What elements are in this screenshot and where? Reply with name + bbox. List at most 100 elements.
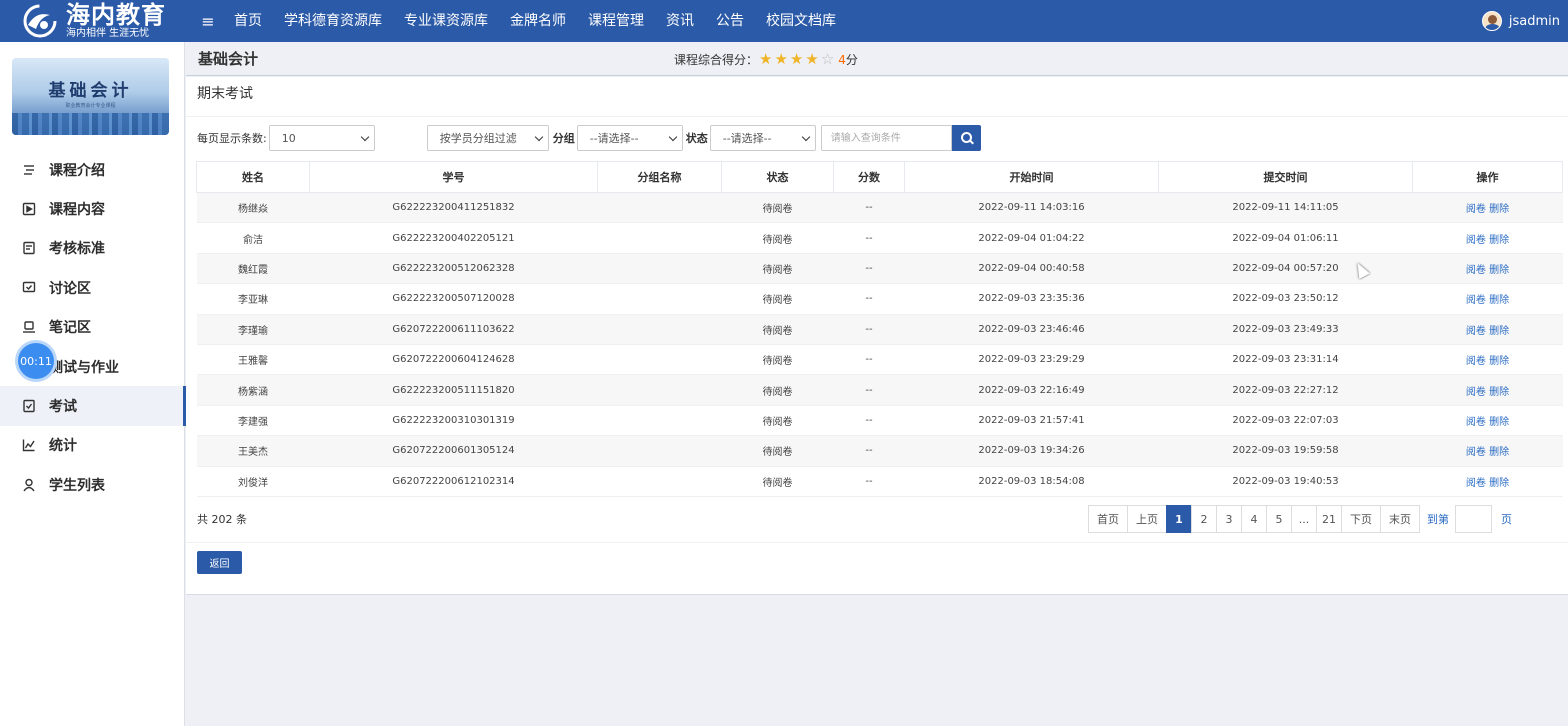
delete-link[interactable]: 删除 <box>1489 356 1509 367</box>
sidebar-item[interactable]: 课程介绍 <box>0 150 185 189</box>
status-value: --请选择-- <box>722 132 772 145</box>
student-id: G620722200611103622 <box>309 313 598 345</box>
review-link[interactable]: 阅卷 <box>1466 356 1486 367</box>
start-time: 2022-09-03 23:29:29 <box>904 343 1159 376</box>
sidebar-item[interactable]: 考核标准 <box>0 229 185 268</box>
list-icon <box>24 164 34 175</box>
delete-link[interactable]: 删除 <box>1489 235 1509 246</box>
actions-cell: 阅卷 删除 <box>1412 374 1563 406</box>
goto-page-input[interactable] <box>1455 505 1492 533</box>
prev-page-button[interactable]: 上页 <box>1127 505 1167 533</box>
actions-cell: 阅卷 删除 <box>1412 283 1563 315</box>
score: -- <box>833 343 905 376</box>
page-size-select[interactable]: 10 <box>268 125 375 151</box>
submit-time: 2022-09-03 19:40:53 <box>1158 465 1413 497</box>
brand-name: 海内教育 <box>66 1 166 29</box>
score: -- <box>833 465 905 497</box>
page-size-value: 10 <box>281 131 296 145</box>
sidebar-item[interactable]: 讨论区 <box>0 268 185 307</box>
page-number-button[interactable]: 1 <box>1166 505 1192 533</box>
delete-link[interactable]: 删除 <box>1489 417 1509 428</box>
column-header: 分组名称 <box>597 161 722 193</box>
student-id: G622223200511151820 <box>309 374 598 406</box>
review-link[interactable]: 阅卷 <box>1466 478 1486 489</box>
table-row: 王美杰 G620722200601305124 待阅卷 -- 2022-09-03 19… <box>196 435 1563 467</box>
score: -- <box>833 374 905 406</box>
start-time: 2022-09-04 01:04:22 <box>904 222 1159 254</box>
status-select[interactable]: --请选择-- <box>709 125 816 151</box>
submit-time: 2022-09-11 14:11:05 <box>1158 191 1413 224</box>
sidebar-item[interactable]: 课程内容 <box>0 189 185 228</box>
page-number-button[interactable]: 2 <box>1191 505 1217 533</box>
nav-item[interactable]: 课程管理 <box>577 0 655 42</box>
review-link[interactable]: 阅卷 <box>1466 447 1486 458</box>
nav-item[interactable]: 资讯 <box>655 0 705 42</box>
start-time: 2022-09-03 23:46:46 <box>904 313 1159 345</box>
star-filled-icon: ★ <box>774 50 788 68</box>
group-name <box>597 374 722 406</box>
cover-title: 基础会计 <box>48 81 133 101</box>
start-time: 2022-09-04 00:40:58 <box>904 252 1159 285</box>
start-time: 2022-09-03 22:16:49 <box>904 374 1159 406</box>
student-name: 杨紫涵 <box>196 374 310 406</box>
menu-toggle-icon[interactable]: ≡ <box>193 12 223 31</box>
first-page-button[interactable]: 首页 <box>1088 505 1128 533</box>
nav-item[interactable]: 专业课资源库 <box>393 0 499 42</box>
page-number-button[interactable]: 4 <box>1241 505 1267 533</box>
page-number-button[interactable]: 3 <box>1216 505 1242 533</box>
delete-link[interactable]: 删除 <box>1489 447 1509 458</box>
table-row: 杨继焱 G622223200411251832 待阅卷 -- 2022-09-11 14… <box>196 191 1563 224</box>
student-name: 李建强 <box>196 404 310 437</box>
sidebar-item[interactable]: 学生列表 <box>0 465 185 504</box>
search-icon[interactable] <box>951 125 981 151</box>
delete-link[interactable]: 删除 <box>1489 478 1509 489</box>
review-link[interactable]: 阅卷 <box>1466 235 1486 246</box>
submit-time: 2022-09-03 19:59:58 <box>1158 435 1413 467</box>
nav-item[interactable]: 金牌名师 <box>499 0 577 42</box>
sidebar-item[interactable]: 笔记区 <box>0 308 185 347</box>
page-number-button[interactable]: 21 <box>1316 505 1342 533</box>
sidebar-item[interactable]: 统计 <box>0 426 185 465</box>
last-page-button[interactable]: 末页 <box>1380 505 1420 533</box>
review-link[interactable]: 阅卷 <box>1466 295 1486 306</box>
start-time: 2022-09-03 21:57:41 <box>904 404 1159 437</box>
review-link[interactable]: 阅卷 <box>1466 265 1486 276</box>
table-row: 刘俊洋 G620722200612102314 待阅卷 -- 2022-09-03 18… <box>196 465 1563 497</box>
nav-item[interactable]: 首页 <box>223 0 273 42</box>
group-filter-select[interactable]: 按学员分组过滤 <box>426 125 549 151</box>
sidebar-item[interactable]: 考试 <box>0 386 186 427</box>
nav-item[interactable]: 公告 <box>705 0 755 42</box>
course-header: 基础会计 课程综合得分： ★ ★ ★ ★ ☆ 4 分 <box>186 42 1568 76</box>
delete-link[interactable]: 删除 <box>1489 265 1509 276</box>
sidebar-item-label: 统计 <box>49 438 77 455</box>
page-number-button[interactable]: 5 <box>1266 505 1292 533</box>
student-name: 杨继焱 <box>196 191 310 224</box>
search-input[interactable] <box>820 125 952 151</box>
sidebar-item-label: 学生列表 <box>49 477 105 494</box>
review-link[interactable]: 阅卷 <box>1466 417 1486 428</box>
group-select[interactable]: --请选择-- <box>576 125 683 151</box>
student-id: G622223200411251832 <box>309 191 598 224</box>
top-nav-bar: 海内教育 海内相伴 生涯无忧 ≡ 首页 学科德育资源库 专业课资源库 金牌名师 课程管理… <box>0 0 1568 42</box>
student-name: 俞洁 <box>196 222 310 254</box>
nav-item[interactable]: 学科德育资源库 <box>273 0 393 42</box>
delete-link[interactable]: 删除 <box>1489 204 1509 215</box>
timer-badge[interactable]: 00:11 <box>18 343 54 379</box>
actions-cell: 阅卷 删除 <box>1412 313 1563 345</box>
next-page-button[interactable]: 下页 <box>1341 505 1381 533</box>
user-menu[interactable]: jsadmin <box>1481 0 1560 42</box>
review-link[interactable]: 阅卷 <box>1466 326 1486 337</box>
brand-logo[interactable]: 海内教育 海内相伴 生涯无忧 <box>0 0 185 42</box>
status: 待阅卷 <box>721 222 834 254</box>
review-link[interactable]: 阅卷 <box>1466 387 1486 398</box>
delete-link[interactable]: 删除 <box>1489 295 1509 306</box>
logo-icon <box>23 4 57 38</box>
group-name <box>597 343 722 376</box>
back-button[interactable]: 返回 <box>197 551 242 574</box>
delete-link[interactable]: 删除 <box>1489 326 1509 337</box>
actions-cell: 阅卷 删除 <box>1412 343 1563 376</box>
nav-item[interactable]: 校园文档库 <box>755 0 847 42</box>
review-link[interactable]: 阅卷 <box>1466 204 1486 215</box>
user-icon <box>23 478 35 492</box>
delete-link[interactable]: 删除 <box>1489 387 1509 398</box>
